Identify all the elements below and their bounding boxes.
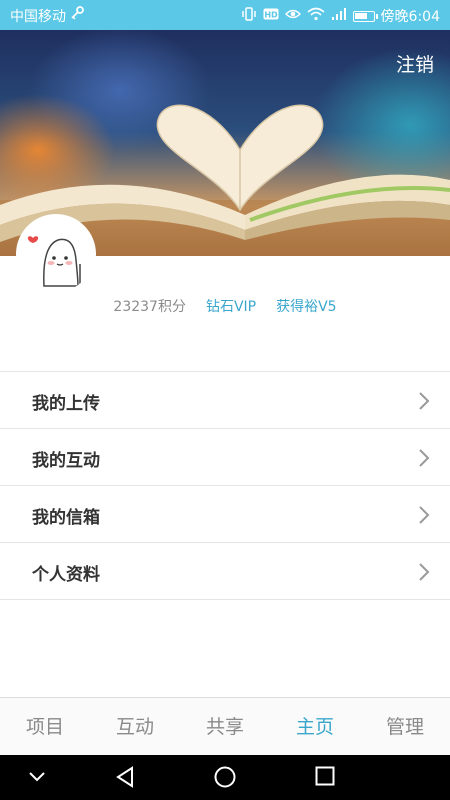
recents-icon[interactable] [314,765,336,787]
chevron-right-icon [419,449,430,467]
tab-share[interactable]: 共享 [180,698,270,756]
points-text: 23237积分 [113,299,186,315]
status-bar: 中国移动 HD 傍晚6:04 [0,0,450,30]
battery-icon [352,10,378,22]
logout-button[interactable]: 注销 [396,50,434,77]
clock: 傍晚6:04 [380,9,440,25]
menu-item-label: 我的信箱 [32,508,100,528]
vip-link[interactable]: 钻石VIP [206,296,256,320]
vibrate-icon [241,7,257,25]
tab-interact[interactable]: 互动 [90,698,180,756]
menu-item-mailbox[interactable]: 我的信箱 [0,486,450,543]
menu-item-uploads[interactable]: 我的上传 [0,372,450,429]
carrier-name: 中国移动 [10,9,66,25]
wifi-icon [307,7,325,25]
avatar[interactable] [18,216,94,292]
signal-icon [331,7,347,25]
system-nav-bar [0,755,450,800]
cartoon-avatar-image [18,216,94,292]
eye-icon [284,7,301,25]
tab-manage[interactable]: 管理 [360,698,450,756]
menu-item-profile[interactable]: 个人资料 [0,543,450,600]
svg-text:HD: HD [264,11,278,20]
level-link[interactable]: 获得裕V5 [276,296,336,320]
profile-menu: 我的上传 我的互动 我的信箱 个人资料 [0,371,450,600]
chevron-right-icon [419,392,430,410]
home-icon[interactable] [213,765,237,789]
chevron-right-icon [419,563,430,581]
menu-item-label: 我的上传 [32,394,100,414]
bottom-tab-bar: 项目 互动 共享 主页 管理 [0,697,450,756]
hd-icon: HD [263,7,279,25]
chevron-down-icon[interactable] [28,770,46,784]
status-right: HD 傍晚6:04 [241,6,440,26]
menu-item-interactions[interactable]: 我的互动 [0,429,450,486]
back-icon[interactable] [114,765,136,789]
profile-stats: 23237积分 钻石VIP 获得裕V5 [0,296,450,320]
key-icon [70,6,84,26]
menu-item-label: 个人资料 [32,565,100,585]
status-left: 中国移动 [10,6,84,26]
tab-home[interactable]: 主页 [270,698,360,756]
menu-item-label: 我的互动 [32,451,100,471]
tab-projects[interactable]: 项目 [0,698,90,756]
chevron-right-icon [419,506,430,524]
